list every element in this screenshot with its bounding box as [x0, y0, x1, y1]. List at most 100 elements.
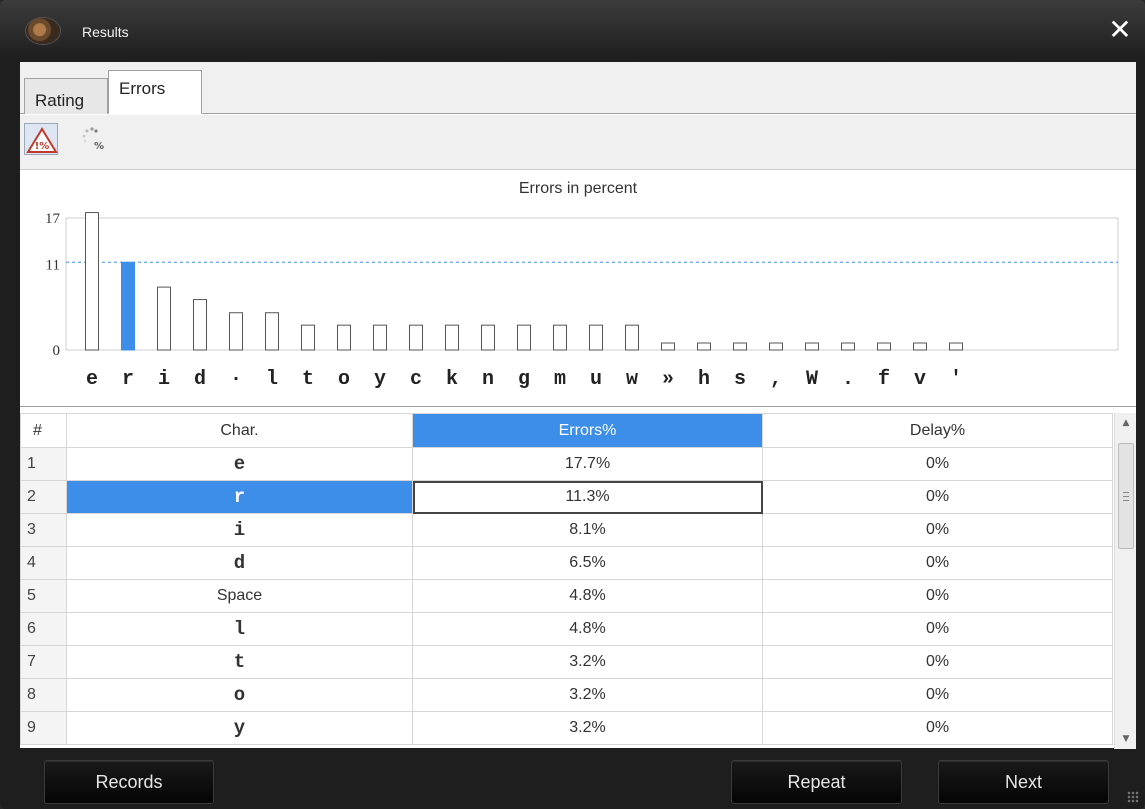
row-delay[interactable]: 0%: [762, 711, 1113, 745]
row-delay[interactable]: 0%: [762, 546, 1113, 580]
chart-bar: [625, 324, 639, 351]
next-button[interactable]: Next: [938, 760, 1109, 804]
row-delay[interactable]: 0%: [762, 678, 1113, 712]
errors-percent-toggle[interactable]: !%: [24, 123, 58, 155]
row-errors[interactable]: 4.8%: [412, 579, 763, 613]
row-errors[interactable]: 8.1%: [412, 513, 763, 547]
chart-bar: [337, 324, 351, 351]
table-row[interactable]: 9 y 3.2% 0%: [20, 711, 1113, 745]
chart-bar: [229, 312, 243, 351]
row-index: 8: [20, 678, 67, 712]
column-header-errors[interactable]: Errors%: [412, 413, 763, 448]
repeat-button[interactable]: Repeat: [731, 760, 902, 804]
chart-bar: [481, 324, 495, 351]
chart-bar: [949, 342, 963, 351]
row-index: 7: [20, 645, 67, 679]
row-errors[interactable]: 6.5%: [412, 546, 763, 580]
chart-bar: [913, 342, 927, 351]
chart-y-tick-label: 11: [46, 258, 60, 274]
tab-errors[interactable]: Errors: [108, 70, 202, 114]
dialog-button-bar: Records Repeat Next: [0, 748, 1145, 809]
records-button[interactable]: Records: [44, 760, 214, 804]
row-char[interactable]: r: [66, 480, 413, 514]
scroll-thumb[interactable]: [1118, 443, 1134, 549]
chart-x-tick-label: »: [662, 368, 674, 391]
row-char[interactable]: l: [66, 612, 413, 646]
table-scrollbar[interactable]: ▲ ▼: [1114, 413, 1136, 749]
column-header-index[interactable]: #: [20, 413, 67, 448]
chart-bar: [373, 324, 387, 351]
chart-x-tick-label: l: [266, 368, 278, 391]
chart-x-tick-label: k: [446, 368, 458, 391]
row-char[interactable]: y: [66, 711, 413, 745]
row-delay[interactable]: 0%: [762, 579, 1113, 613]
chart-bar: [301, 324, 315, 351]
row-char[interactable]: i: [66, 513, 413, 547]
chart-x-tick-label: W: [806, 368, 818, 391]
table-row[interactable]: 7 t 3.2% 0%: [20, 645, 1113, 679]
row-index: 9: [20, 711, 67, 745]
warning-percent-icon-text: !%: [35, 141, 50, 152]
spinner-percent-icon: %: [82, 127, 104, 152]
row-delay[interactable]: 0%: [762, 513, 1113, 547]
tab-rating[interactable]: Rating: [24, 78, 108, 114]
close-button[interactable]: ✕: [1107, 16, 1133, 44]
chart-x-tick-label: g: [518, 368, 530, 391]
column-header-char[interactable]: Char.: [66, 413, 413, 448]
chart-bar: [517, 324, 531, 351]
row-index: 4: [20, 546, 67, 580]
table-row[interactable]: 3 i 8.1% 0%: [20, 513, 1113, 547]
row-delay[interactable]: 0%: [762, 447, 1113, 481]
chart-x-tick-label: d: [194, 368, 206, 391]
chart-bar: [697, 342, 711, 351]
chart-x-tick-label: .: [842, 368, 854, 391]
errors-table-panel: # Char. Errors% Delay% 1 e 17.7% 0% 2 r …: [20, 406, 1136, 749]
chart-bar: [157, 286, 171, 351]
errors-table: # Char. Errors% Delay% 1 e 17.7% 0% 2 r …: [20, 413, 1113, 745]
row-char[interactable]: e: [66, 447, 413, 481]
row-char[interactable]: o: [66, 678, 413, 712]
spinner-percent-icon-text: %: [94, 141, 104, 152]
row-index: 6: [20, 612, 67, 646]
table-row[interactable]: 8 o 3.2% 0%: [20, 678, 1113, 712]
row-delay[interactable]: 0%: [762, 480, 1113, 514]
chart-x-tick-label: t: [302, 368, 314, 391]
scroll-up-arrow-icon[interactable]: ▲: [1115, 413, 1137, 433]
row-char[interactable]: d: [66, 546, 413, 580]
row-errors[interactable]: 3.2%: [412, 711, 763, 745]
table-row[interactable]: 1 e 17.7% 0%: [20, 447, 1113, 481]
resize-grip-icon[interactable]: [1127, 791, 1139, 803]
chart-y-tick-label: 0: [53, 343, 61, 359]
chart-x-tick-label: i: [158, 368, 170, 391]
row-delay[interactable]: 0%: [762, 645, 1113, 679]
chart-x-tick-label: u: [590, 368, 602, 391]
row-char[interactable]: t: [66, 645, 413, 679]
table-row[interactable]: 5 Space 4.8% 0%: [20, 579, 1113, 613]
chart-x-tick-label: c: [410, 368, 422, 391]
table-row[interactable]: 6 l 4.8% 0%: [20, 612, 1113, 646]
chart-x-tick-label: m: [554, 368, 566, 391]
chart-bar: [121, 261, 135, 351]
chart-bar: [445, 324, 459, 351]
chart-x-tick-label: o: [338, 368, 350, 391]
row-index: 5: [20, 579, 67, 613]
chart-bar: [409, 324, 423, 351]
row-errors[interactable]: 3.2%: [412, 678, 763, 712]
chart-x-tick-label: s: [734, 368, 746, 391]
row-index: 3: [20, 513, 67, 547]
row-errors[interactable]: 3.2%: [412, 645, 763, 679]
chart-bar: [553, 324, 567, 351]
row-errors[interactable]: 4.8%: [412, 612, 763, 646]
table-row[interactable]: 4 d 6.5% 0%: [20, 546, 1113, 580]
scroll-down-arrow-icon[interactable]: ▼: [1115, 729, 1137, 749]
table-row-selected[interactable]: 2 r 11.3% 0%: [20, 480, 1113, 514]
row-char[interactable]: Space: [66, 579, 413, 613]
title-bar[interactable]: Results ✕: [0, 0, 1145, 60]
row-errors-current-cell[interactable]: 11.3%: [412, 480, 763, 514]
column-header-delay[interactable]: Delay%: [762, 413, 1113, 448]
delay-percent-toggle[interactable]: %: [78, 123, 112, 155]
row-errors[interactable]: 17.7%: [412, 447, 763, 481]
row-index: 2: [20, 480, 67, 514]
row-delay[interactable]: 0%: [762, 612, 1113, 646]
chart-x-tick-label: e: [86, 368, 98, 391]
